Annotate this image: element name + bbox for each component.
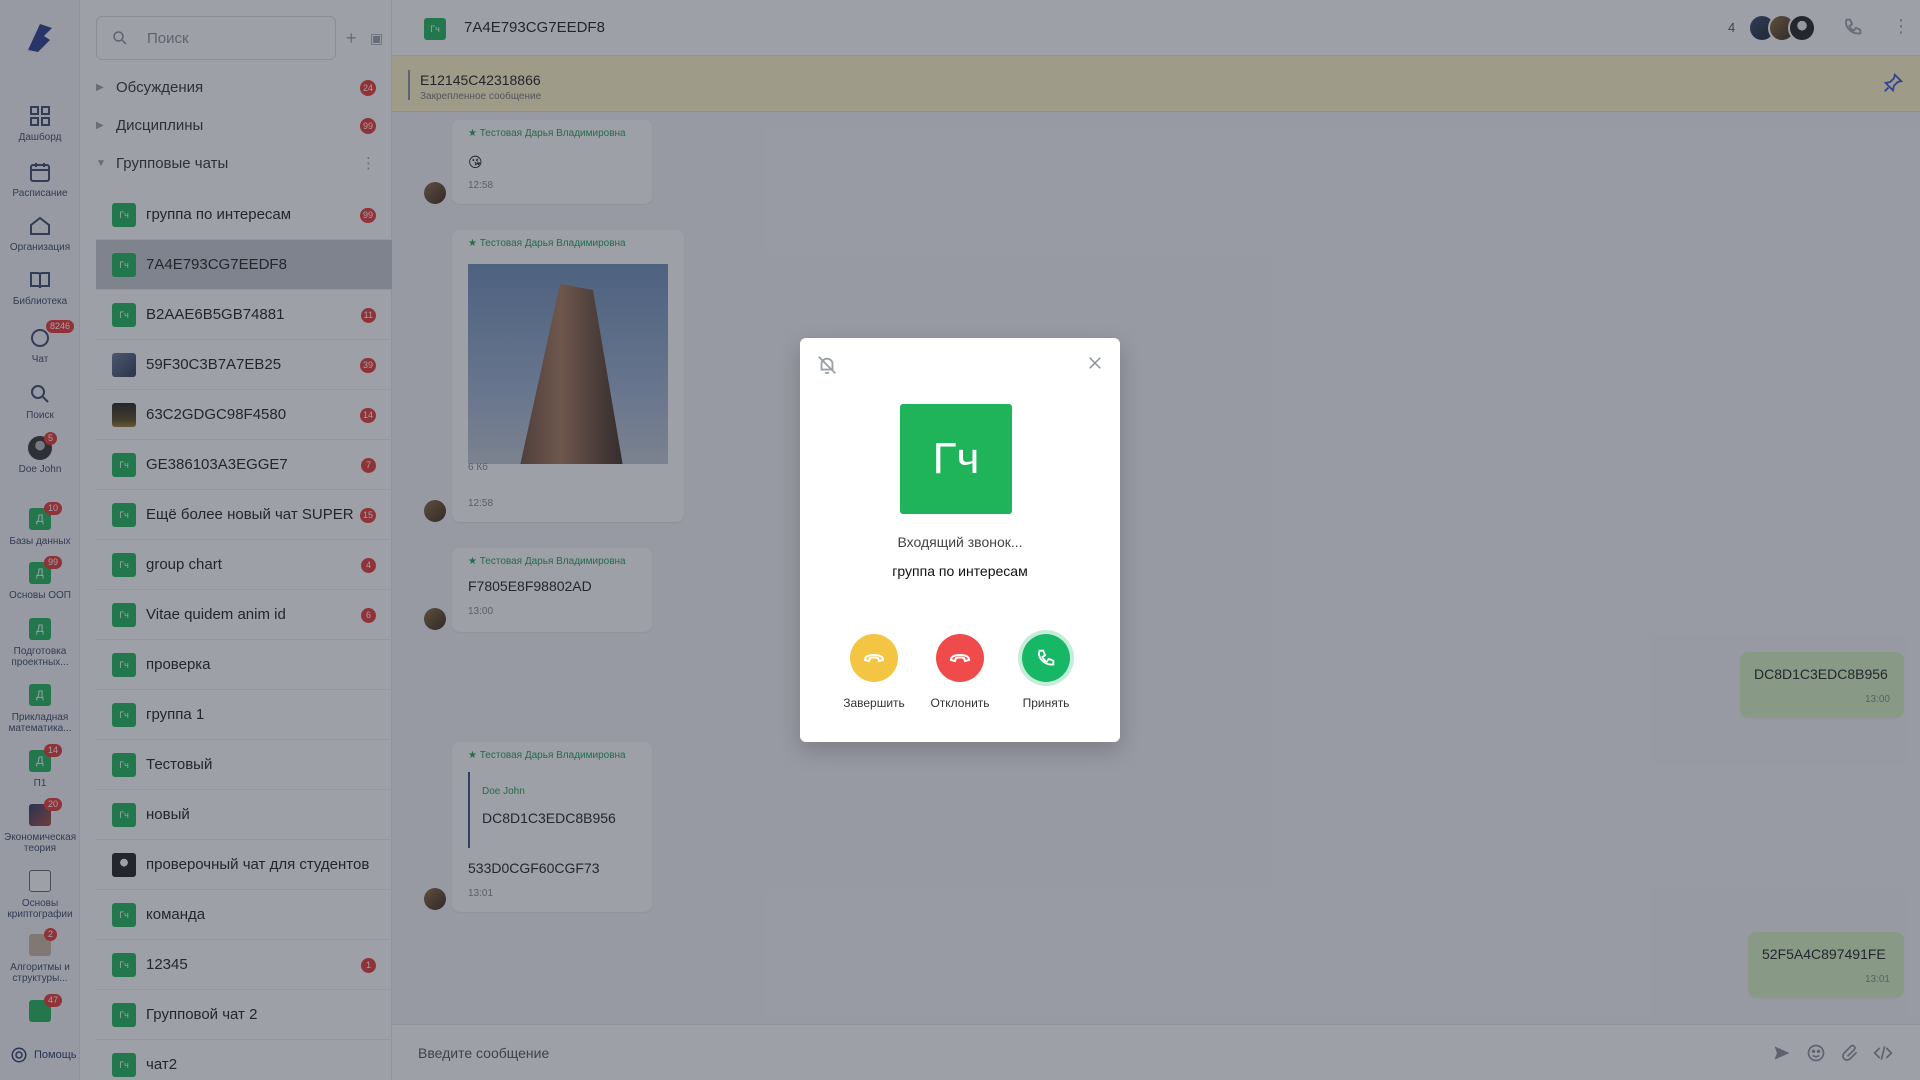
accept-call-button[interactable] [1022, 634, 1070, 682]
caller-name: группа по интересам [892, 563, 1028, 579]
caller-avatar: Гч [900, 404, 1012, 514]
bell-off-icon[interactable] [816, 354, 838, 381]
end-call-button[interactable] [850, 634, 898, 682]
hangup-icon [863, 653, 885, 663]
phone-icon [1038, 649, 1055, 666]
call-status: Входящий звонок... [897, 534, 1023, 550]
accept-call-label: Принять [1022, 696, 1070, 710]
incoming-call-dialog: Гч Входящий звонок... группа по интереса… [800, 338, 1120, 742]
decline-call-label: Отклонить [930, 696, 990, 710]
hangup-icon [949, 653, 971, 663]
decline-call-button[interactable] [936, 634, 984, 682]
end-call-label: Завершить [843, 696, 905, 710]
close-icon[interactable] [1086, 354, 1104, 377]
